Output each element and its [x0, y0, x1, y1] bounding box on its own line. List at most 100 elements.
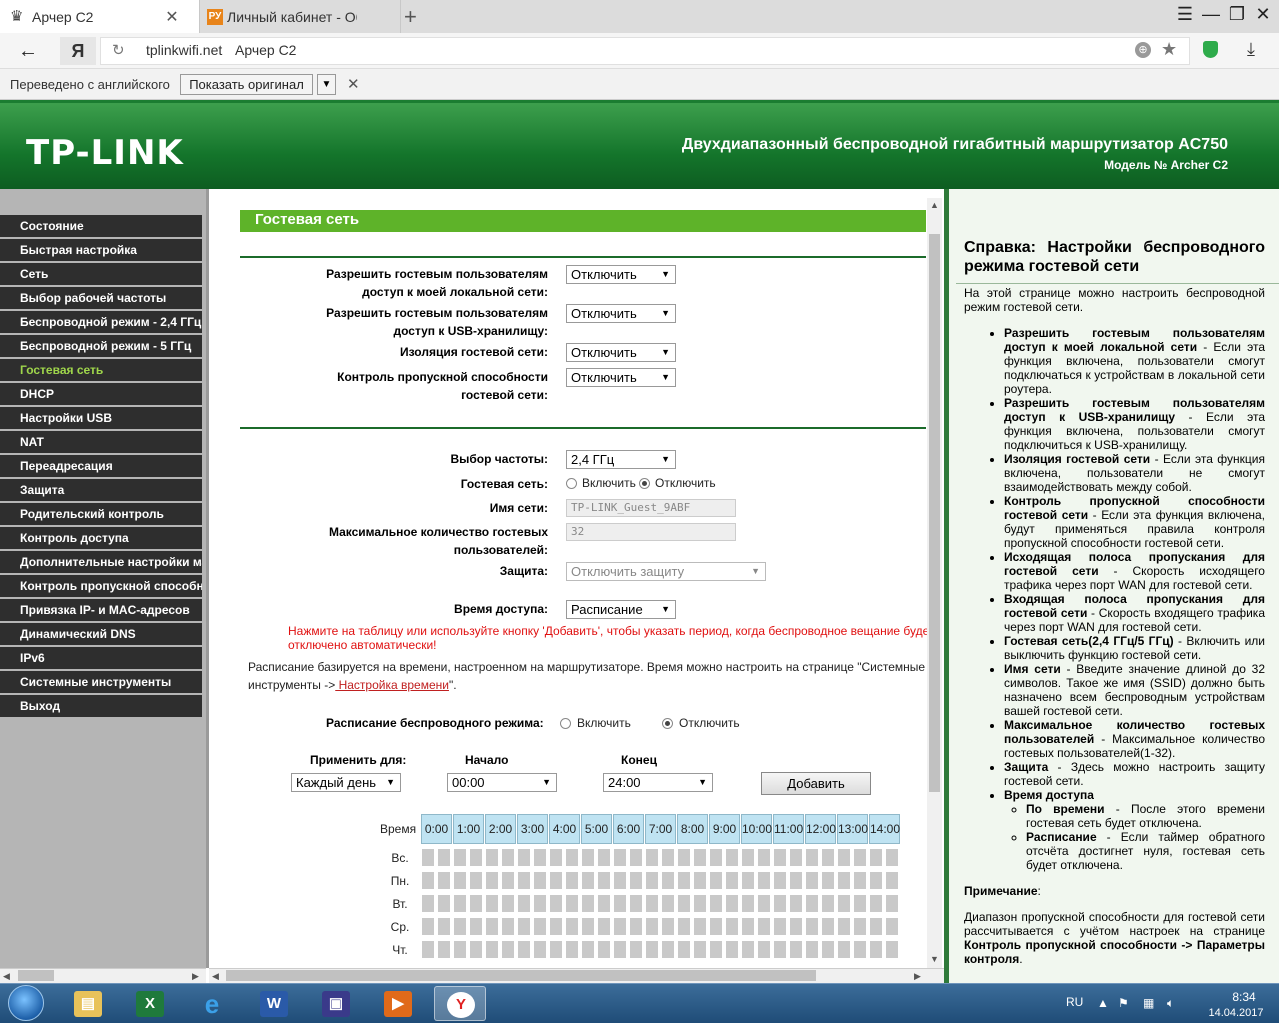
schedule-cell[interactable]	[437, 940, 451, 959]
schedule-cell[interactable]	[421, 848, 435, 867]
schedule-cell[interactable]	[565, 894, 579, 913]
schedule-cell[interactable]	[501, 940, 515, 959]
close-window-icon[interactable]: ✕	[1250, 4, 1276, 25]
schedule-cell[interactable]	[469, 848, 483, 867]
schedule-cell[interactable]	[693, 894, 707, 913]
schedule-cell[interactable]	[437, 917, 451, 936]
schedule-cell[interactable]	[757, 917, 771, 936]
scroll-right-icon[interactable]: ▶	[914, 971, 921, 982]
close-tab-icon[interactable]: ✕	[162, 7, 182, 27]
sidebar-item[interactable]: Переадресация	[0, 455, 202, 477]
schedule-cell[interactable]	[581, 917, 595, 936]
guest-disable-radio[interactable]	[639, 478, 650, 489]
schedule-cell[interactable]	[629, 848, 643, 867]
clock-date[interactable]: 14.04.2017	[1200, 1007, 1272, 1019]
sidebar-item[interactable]: Системные инструменты	[0, 671, 202, 693]
schedule-cell[interactable]	[693, 940, 707, 959]
network-icon[interactable]: ▦	[1143, 996, 1154, 1010]
schedule-cell[interactable]	[725, 871, 739, 890]
schedule-cell[interactable]	[629, 871, 643, 890]
schedule-cell[interactable]	[501, 871, 515, 890]
schedule-cell[interactable]	[741, 940, 755, 959]
schedule-cell[interactable]	[885, 871, 899, 890]
schedule-cell[interactable]	[421, 894, 435, 913]
schedule-cell[interactable]	[773, 894, 787, 913]
schedule-cell[interactable]	[709, 917, 723, 936]
schedule-cell[interactable]	[757, 848, 771, 867]
ssid-input[interactable]: TP-LINK_Guest_9ABF	[566, 499, 736, 517]
access-time-select[interactable]: Расписание	[566, 600, 676, 619]
schedule-cell[interactable]	[581, 848, 595, 867]
translate-icon[interactable]: ⊕	[1135, 42, 1151, 58]
schedule-cell[interactable]	[565, 871, 579, 890]
ie-icon[interactable]: e	[186, 986, 238, 1021]
schedule-cell[interactable]	[453, 848, 467, 867]
sidebar-item[interactable]: Динамический DNS	[0, 623, 202, 645]
sidebar-item[interactable]: Защита	[0, 479, 202, 501]
schedule-cell[interactable]	[853, 871, 867, 890]
tab-lichny-kabinet[interactable]: РУ Личный кабинет - Обзоры	[201, 0, 401, 33]
schedule-cell[interactable]	[805, 894, 819, 913]
bandwidth-select[interactable]: Отключить	[566, 368, 676, 387]
schedule-cell[interactable]	[645, 894, 659, 913]
frequency-select[interactable]: 2,4 ГГц	[566, 450, 676, 469]
schedule-cell[interactable]	[485, 848, 499, 867]
schedule-cell[interactable]	[517, 917, 531, 936]
bookmark-star-icon[interactable]: ★	[1161, 39, 1177, 60]
lan-access-select[interactable]: Отключить	[566, 265, 676, 284]
schedule-cell[interactable]	[565, 917, 579, 936]
schedule-cell[interactable]	[549, 894, 563, 913]
minimize-icon[interactable]: —	[1198, 4, 1224, 25]
schedule-cell[interactable]	[469, 871, 483, 890]
schedule-cell[interactable]	[549, 848, 563, 867]
schedule-cell[interactable]	[597, 917, 611, 936]
close-icon[interactable]: ✕	[347, 75, 360, 93]
schedule-cell[interactable]	[469, 894, 483, 913]
schedule-cell[interactable]	[789, 871, 803, 890]
schedule-cell[interactable]	[453, 940, 467, 959]
schedule-cell[interactable]	[565, 848, 579, 867]
schedule-cell[interactable]	[709, 848, 723, 867]
schedule-cell[interactable]	[757, 940, 771, 959]
schedule-cell[interactable]	[661, 917, 675, 936]
schedule-cell[interactable]	[677, 917, 691, 936]
sidebar-item[interactable]: Гостевая сеть	[0, 359, 202, 381]
yandex-button[interactable]: Я	[60, 37, 96, 65]
sidebar-scroll-thumb[interactable]	[18, 970, 54, 981]
schedule-enable-radio[interactable]	[560, 718, 571, 729]
floppy-icon[interactable]: ▣	[310, 986, 362, 1021]
schedule-cell[interactable]	[837, 848, 851, 867]
schedule-cell[interactable]	[485, 940, 499, 959]
schedule-cell[interactable]	[645, 871, 659, 890]
schedule-cell[interactable]	[693, 917, 707, 936]
scroll-left-icon[interactable]: ◀	[3, 971, 10, 982]
schedule-cell[interactable]	[661, 940, 675, 959]
schedule-cell[interactable]	[501, 917, 515, 936]
schedule-cell[interactable]	[517, 940, 531, 959]
schedule-cell[interactable]	[421, 940, 435, 959]
schedule-cell[interactable]	[693, 848, 707, 867]
start-time-select[interactable]: 00:00	[447, 773, 557, 792]
schedule-cell[interactable]	[709, 871, 723, 890]
language-indicator[interactable]: RU	[1066, 995, 1083, 1009]
scroll-up-icon[interactable]: ▲	[930, 200, 939, 210]
schedule-cell[interactable]	[597, 940, 611, 959]
schedule-cell[interactable]	[437, 848, 451, 867]
schedule-cell[interactable]	[581, 940, 595, 959]
schedule-cell[interactable]	[773, 917, 787, 936]
schedule-cell[interactable]	[437, 871, 451, 890]
clock-time[interactable]: 8:34	[1216, 990, 1272, 1004]
schedule-cell[interactable]	[485, 871, 499, 890]
main-vertical-thumb[interactable]	[929, 234, 940, 792]
schedule-cell[interactable]	[501, 848, 515, 867]
schedule-cell[interactable]	[709, 940, 723, 959]
schedule-cell[interactable]	[853, 894, 867, 913]
schedule-cell[interactable]	[533, 894, 547, 913]
schedule-cell[interactable]	[629, 917, 643, 936]
schedule-cell[interactable]	[645, 917, 659, 936]
tray-expand-icon[interactable]: ▲	[1097, 996, 1109, 1010]
schedule-cell[interactable]	[629, 894, 643, 913]
schedule-cell[interactable]	[837, 917, 851, 936]
schedule-cell[interactable]	[677, 940, 691, 959]
schedule-cell[interactable]	[789, 848, 803, 867]
